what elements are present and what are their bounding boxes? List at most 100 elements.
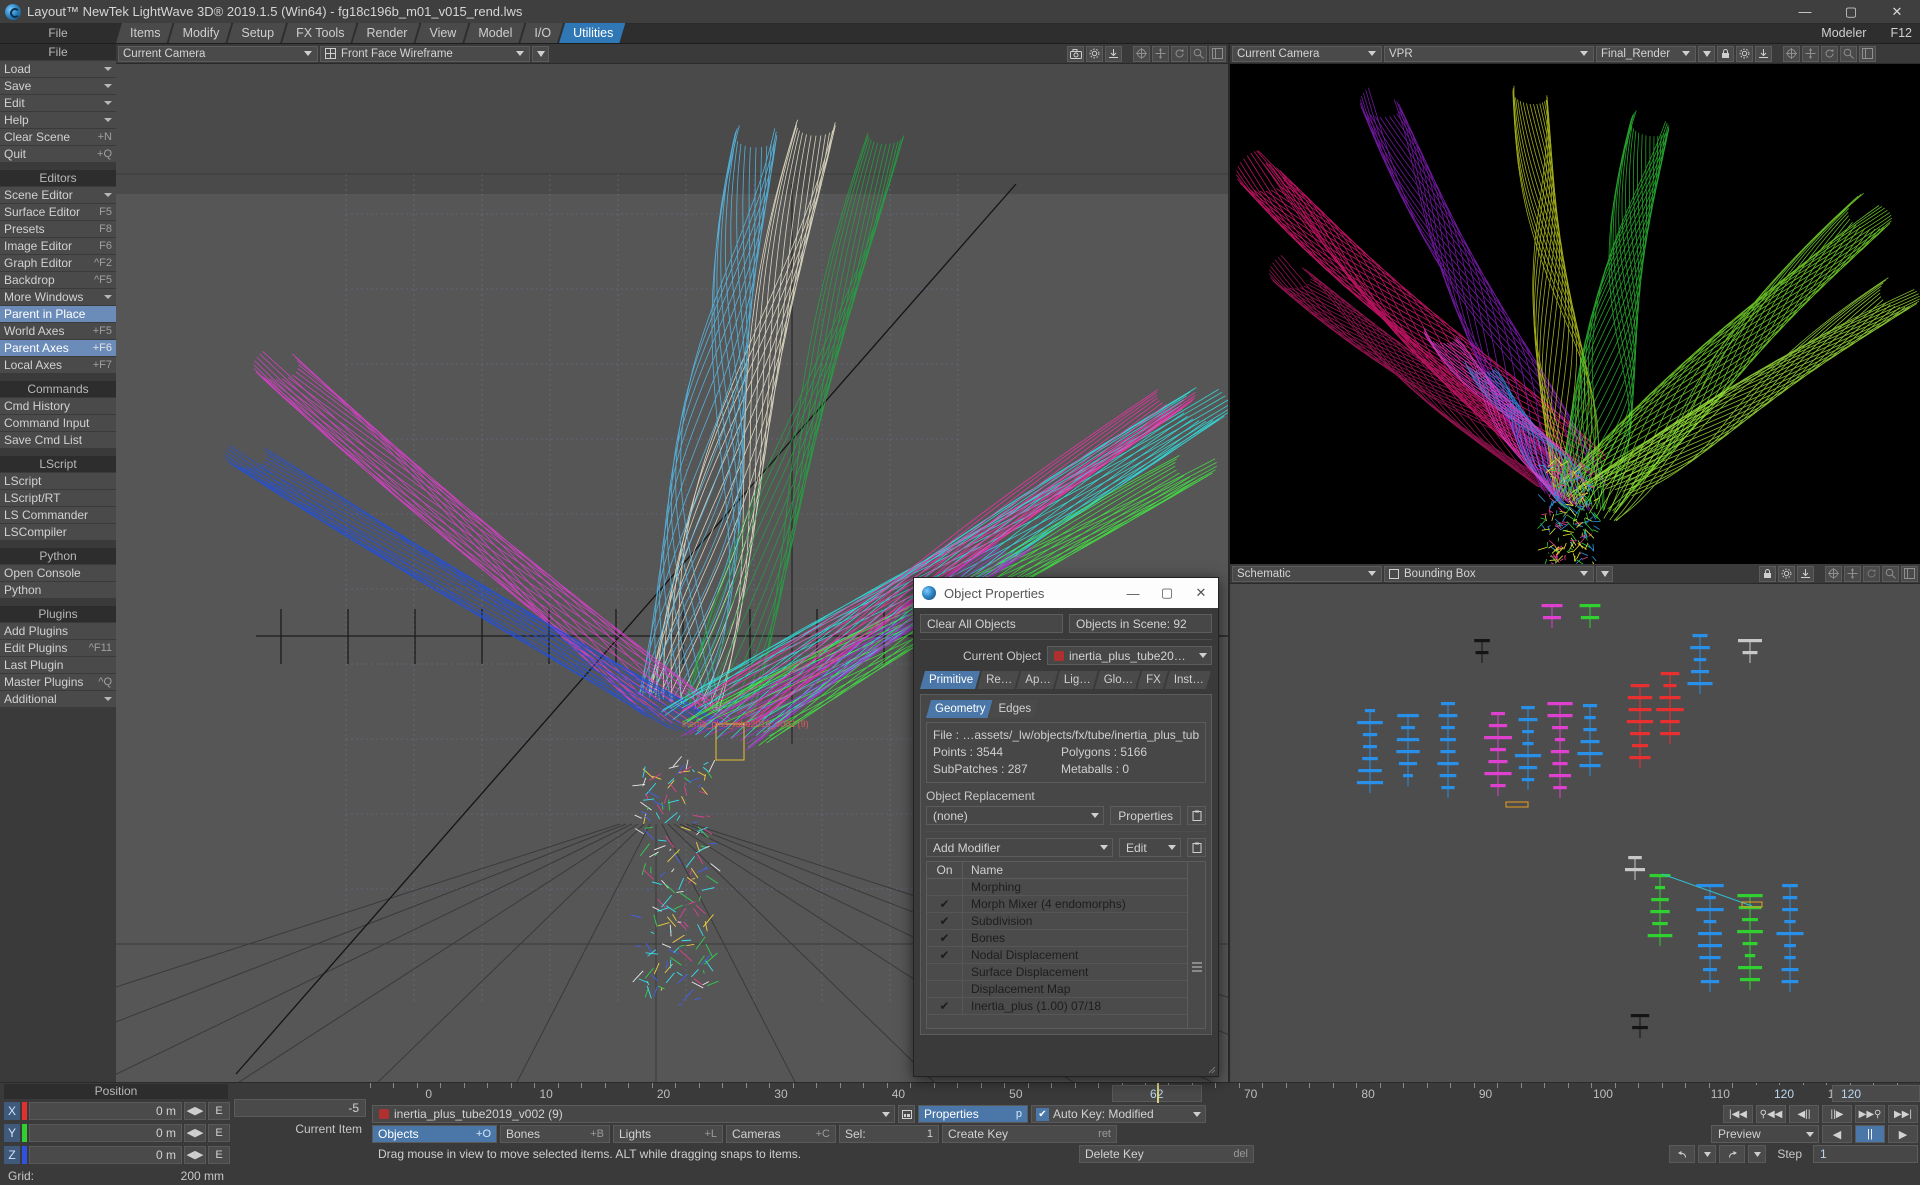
modifier-enabled-checkbox[interactable]: ✔ (927, 998, 963, 1015)
gear-icon-button[interactable] (1086, 46, 1103, 62)
auto-key-checkbox[interactable]: ✔ (1036, 1108, 1049, 1121)
sidebar-item-help[interactable]: Help (0, 112, 116, 128)
sidebar-item-clear-scene[interactable]: Clear Scene+N (0, 129, 116, 145)
frame-total-field[interactable]: 120 (1832, 1085, 1920, 1102)
sidebar-item-presets[interactable]: PresetsF8 (0, 221, 116, 237)
axis-value-x[interactable]: 0 m (29, 1102, 182, 1120)
delete-key-button[interactable]: Delete Key del (1079, 1145, 1254, 1163)
add-modifier-select[interactable]: Add Modifier (926, 838, 1113, 857)
dialog-tab-lig-[interactable]: Lig… (1055, 671, 1098, 689)
close-button[interactable]: ✕ (1874, 0, 1920, 23)
maximize-viewport-button[interactable] (1901, 566, 1918, 582)
frame-start-field[interactable]: -5 (234, 1099, 366, 1117)
tab-fx-tools[interactable]: FX Tools (282, 23, 356, 43)
viewport-schematic-view-select[interactable]: Schematic (1232, 566, 1382, 582)
center-icon-button[interactable] (1133, 46, 1150, 62)
properties-button[interactable]: Properties p (918, 1105, 1028, 1123)
maximize-viewport-button[interactable] (1859, 46, 1876, 62)
camera-icon-button[interactable] (1067, 46, 1084, 62)
sidebar-item-command-input[interactable]: Command Input (0, 415, 116, 431)
rotate-icon-button[interactable] (1863, 566, 1880, 582)
sidebar-item-save-cmd-list[interactable]: Save Cmd List (0, 432, 116, 448)
modeler-button[interactable]: Modeler (1821, 23, 1866, 43)
viewport-schematic-display-select[interactable]: Bounding Box (1384, 566, 1594, 582)
tab-setup[interactable]: Setup (227, 23, 286, 43)
sidebar-item-add-plugins[interactable]: Add Plugins (0, 623, 116, 639)
center-icon-button[interactable] (1825, 566, 1842, 582)
dialog-tab-primitive[interactable]: Primitive (920, 671, 980, 689)
next-frame-button[interactable]: ||▶ (1822, 1105, 1852, 1123)
undo-dropdown-button[interactable] (1698, 1145, 1716, 1163)
viewport-left-camera-select[interactable]: Current Camera (118, 46, 318, 62)
sidebar-item-cmd-history[interactable]: Cmd History (0, 398, 116, 414)
axis-expression-button[interactable]: E (208, 1102, 230, 1120)
preview-select[interactable]: Preview (1711, 1125, 1819, 1143)
sidebar-item-master-plugins[interactable]: Master Plugins^Q (0, 674, 116, 690)
gear-icon-button[interactable] (1736, 46, 1753, 62)
dialog-tab-inst-[interactable]: Inst… (1165, 671, 1211, 689)
axis-nudge-button[interactable]: ◀▶ (184, 1124, 206, 1142)
dialog-tab-fx[interactable]: FX (1137, 671, 1168, 689)
save-icon-button[interactable] (1797, 566, 1814, 582)
maximize-button[interactable]: ▢ (1828, 0, 1874, 23)
dialog-tab-edges[interactable]: Edges (990, 700, 1039, 718)
sidebar-item-edit[interactable]: Edit (0, 95, 116, 111)
viewport-left-display-options-button[interactable] (532, 46, 549, 62)
dialog-resize-grip[interactable] (1206, 1064, 1216, 1074)
clipboard-icon-button[interactable] (1187, 806, 1206, 825)
zoom-icon-button[interactable] (1190, 46, 1207, 62)
clear-all-objects-button[interactable]: Clear All Objects (920, 614, 1063, 633)
modifier-enabled-checkbox[interactable]: ✔ (927, 947, 963, 964)
redo-icon-button[interactable] (1719, 1145, 1745, 1163)
viewport-vpr-canvas[interactable] (1230, 64, 1920, 564)
sidebar-item-lscript[interactable]: LScript (0, 473, 116, 489)
dialog-maximize-button[interactable]: ▢ (1150, 578, 1184, 608)
rotate-icon-button[interactable] (1821, 46, 1838, 62)
sidebar-item-backdrop[interactable]: Backdrop^F5 (0, 272, 116, 288)
next-key-button[interactable]: ▶▶⚲ (1855, 1105, 1885, 1123)
modifier-enabled-checkbox[interactable]: ✔ (927, 930, 963, 947)
skip-to-start-button[interactable]: |◀◀ (1723, 1105, 1753, 1123)
object-replacement-select[interactable]: (none) (926, 806, 1104, 825)
sidebar-item-last-plugin[interactable]: Last Plugin (0, 657, 116, 673)
sidebar-item-lscompiler[interactable]: LSCompiler (0, 524, 116, 540)
move-icon-button[interactable] (1802, 46, 1819, 62)
modifier-enabled-checkbox[interactable]: ✔ (927, 913, 963, 930)
dialog-tab-ap-[interactable]: Ap… (1016, 671, 1058, 689)
axis-expression-button[interactable]: E (208, 1124, 230, 1142)
undo-icon-button[interactable] (1669, 1145, 1695, 1163)
tab-render[interactable]: Render (352, 23, 419, 43)
frame-end-field[interactable]: 120 (1740, 1085, 1828, 1102)
sidebar-item-more-windows[interactable]: More Windows (0, 289, 116, 305)
axis-nudge-button[interactable]: ◀▶ (184, 1146, 206, 1164)
prev-frame-button[interactable]: ◀|| (1789, 1105, 1819, 1123)
objects-button[interactable]: Objects +O (372, 1125, 497, 1143)
axis-nudge-button[interactable]: ◀▶ (184, 1102, 206, 1120)
lock-icon-button[interactable] (1717, 46, 1734, 62)
modifier-row[interactable]: Surface Displacement (927, 964, 1187, 981)
save-icon-button[interactable] (1105, 46, 1122, 62)
sidebar-item-lscript-rt[interactable]: LScript/RT (0, 490, 116, 506)
dialog-tab-geometry[interactable]: Geometry (926, 700, 993, 718)
gear-icon-button[interactable] (1778, 566, 1795, 582)
sidebar-item-save[interactable]: Save (0, 78, 116, 94)
play-backward-button[interactable]: ◀ (1822, 1125, 1852, 1143)
modifier-enabled-checkbox[interactable] (927, 879, 963, 896)
maximize-viewport-button[interactable] (1209, 46, 1226, 62)
timeline-slider[interactable]: 010203040506070809010011012062120120 (370, 1083, 1920, 1103)
sidebar-item-image-editor[interactable]: Image EditorF6 (0, 238, 116, 254)
modifier-enabled-checkbox[interactable] (927, 964, 963, 981)
clipboard-icon-button[interactable] (1187, 838, 1206, 857)
viewport-vpr-render-select[interactable]: Final_Render (1596, 46, 1696, 62)
bones-button[interactable]: Bones +B (500, 1125, 610, 1143)
item-picker-button[interactable] (898, 1105, 915, 1123)
scrollbar-grip[interactable] (1192, 962, 1202, 974)
dialog-tab-re-[interactable]: Re… (977, 671, 1019, 689)
timeline-cursor[interactable] (1157, 1083, 1159, 1103)
modifier-row[interactable]: Displacement Map (927, 981, 1187, 998)
redo-dropdown-button[interactable] (1748, 1145, 1766, 1163)
viewport-vpr-camera-select[interactable]: Current Camera (1232, 46, 1382, 62)
skip-to-end-button[interactable]: ▶▶| (1888, 1105, 1918, 1123)
axis-value-y[interactable]: 0 m (29, 1124, 182, 1142)
viewport-schematic-options-button[interactable] (1596, 566, 1613, 582)
